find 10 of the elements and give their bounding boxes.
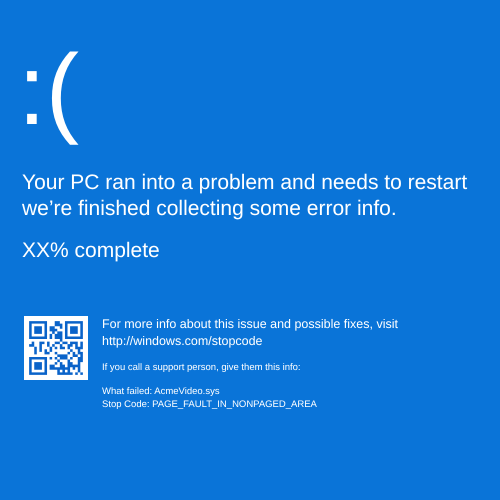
- info-text: http://windows.com/stopcode: [102, 333, 264, 350]
- info-text: For more info about this issue and possible fixes, visit: [102, 316, 398, 333]
- error-detail: Stop Code: PAGE_FAULT_IN_NONPAGED_AREA: [102, 398, 318, 411]
- error-detail: What failed: AcmeVideo.sys: [102, 385, 221, 398]
- error-message: we’re finished collecting some error info.: [22, 196, 398, 222]
- progress-text: XX% complete: [22, 238, 161, 264]
- qr-code-icon: [22, 316, 90, 380]
- error-message: Your PC ran into a problem and needs to restart: [22, 170, 468, 196]
- support-note: If you call a support person, give them this info:: [102, 362, 302, 373]
- sad-face-emoticon: :(: [18, 33, 80, 148]
